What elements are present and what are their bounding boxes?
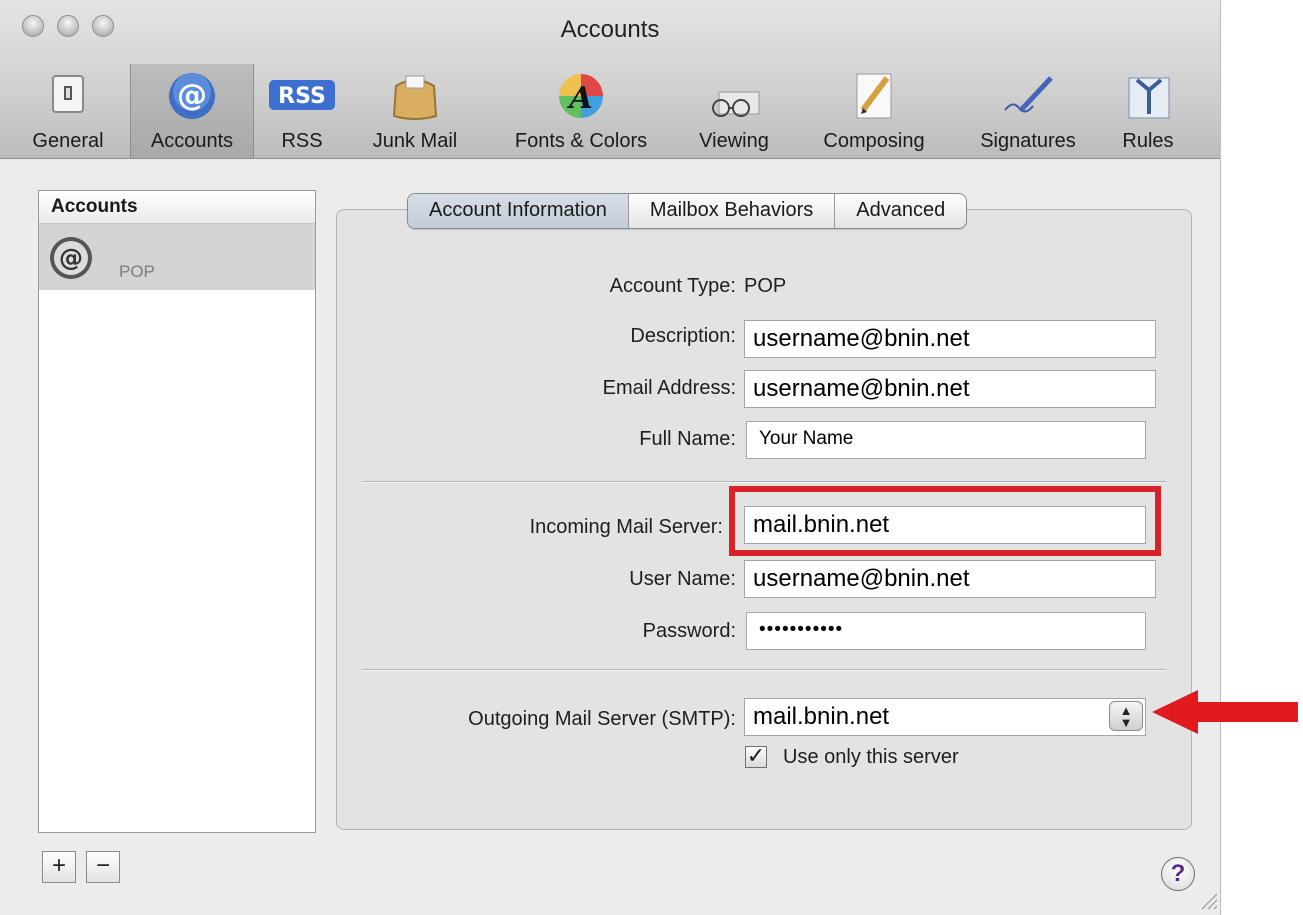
toolbar-label-composing: Composing (823, 130, 925, 152)
toolbar-item-fonts-colors[interactable]: A Fonts & Colors (488, 64, 674, 158)
toolbar-item-general[interactable]: General (16, 64, 120, 158)
section-divider (362, 669, 1166, 671)
accounts-list-header: Accounts (39, 191, 315, 224)
help-button[interactable]: ? (1161, 857, 1195, 891)
toolbar-item-viewing[interactable]: Viewing (684, 64, 784, 158)
user-name-label: User Name: (629, 568, 736, 590)
tab-advanced[interactable]: Advanced (834, 194, 966, 228)
signature-pen-icon (1004, 76, 1053, 113)
description-label: Description: (630, 325, 736, 347)
svg-text:RSS: RSS (278, 84, 326, 109)
svg-text:@: @ (177, 78, 207, 113)
tab-account-information[interactable]: Account Information (408, 194, 628, 228)
general-switch-icon (52, 75, 84, 113)
annotation-arrow-icon (1152, 690, 1298, 734)
toolbar-item-accounts[interactable]: @ Accounts (130, 64, 254, 158)
tab-mailbox-behaviors[interactable]: Mailbox Behaviors (627, 194, 834, 228)
window-title: Accounts (560, 16, 660, 43)
toolbar-label-rules: Rules (1122, 130, 1174, 152)
full-name-label: Full Name: (639, 428, 736, 450)
toolbar-label-signatures: Signatures (980, 130, 1076, 152)
toolbar-label-junk-mail: Junk Mail (372, 130, 458, 152)
account-list-item[interactable]: @ POP (39, 224, 315, 290)
incoming-server-label: Incoming Mail Server: (529, 516, 723, 538)
outgoing-server-label: Outgoing Mail Server (SMTP): (468, 708, 736, 730)
svg-text:@: @ (59, 244, 83, 272)
toolbar-label-general: General (32, 130, 104, 152)
user-name-field[interactable]: username@bnin.net (744, 560, 1156, 598)
toolbar-item-composing[interactable]: Composing (796, 64, 952, 158)
account-type-value: POP (744, 275, 787, 297)
toolbar-label-rss: RSS (281, 130, 323, 152)
account-name: POP (119, 262, 155, 281)
description-field[interactable]: username@bnin.net (744, 320, 1156, 358)
at-sign-icon: @ (169, 73, 215, 119)
toolbar-item-signatures[interactable]: Signatures (958, 64, 1098, 158)
password-field[interactable]: ••••••••••• (746, 612, 1146, 650)
incoming-server-highlight-box (729, 486, 1161, 556)
outgoing-server-select[interactable]: mail.bnin.net (744, 698, 1146, 736)
email-address-label: Email Address: (602, 377, 736, 399)
glasses-icon (712, 91, 760, 117)
fonts-colors-icon: A (559, 74, 603, 118)
title-toolbar-area: Accounts General @ Accounts RSS RSS Junk… (0, 0, 1220, 159)
pencil-paper-icon (856, 73, 892, 119)
svg-text:A: A (566, 81, 592, 116)
toolbar-item-junk-mail[interactable]: Junk Mail (352, 64, 478, 158)
add-account-button[interactable]: + (42, 851, 76, 883)
resize-grip-icon[interactable] (1198, 890, 1218, 910)
toolbar-label-accounts: Accounts (150, 130, 234, 152)
use-only-this-server-label: Use only this server (783, 746, 959, 768)
preferences-window: Accounts General @ Accounts RSS RSS Junk… (0, 0, 1221, 915)
select-arrows-icon[interactable]: ▲ ▼ (1109, 701, 1143, 731)
toolbar-label-viewing: Viewing (699, 130, 769, 152)
toolbar-item-rss[interactable]: RSS RSS (262, 64, 342, 158)
use-only-this-server-checkbox[interactable]: ✓ (745, 745, 767, 768)
remove-account-button[interactable]: − (86, 851, 120, 883)
rules-arrows-icon (1128, 77, 1170, 119)
full-name-field[interactable]: Your Name (746, 421, 1146, 459)
account-type-label: Account Type: (609, 275, 736, 297)
account-tabs: Account Information Mailbox Behaviors Ad… (407, 193, 968, 229)
section-divider (362, 481, 1166, 483)
accounts-sidebar: Accounts @ POP (38, 190, 316, 833)
email-address-field[interactable]: username@bnin.net (744, 370, 1156, 408)
password-label: Password: (642, 620, 736, 642)
junk-mail-bag-icon (392, 75, 438, 120)
toolbar-label-fonts-colors: Fonts & Colors (514, 130, 648, 152)
toolbar-item-rules[interactable]: Rules (1106, 64, 1190, 158)
at-sign-icon: @ (50, 237, 92, 279)
rss-icon: RSS (269, 80, 335, 110)
